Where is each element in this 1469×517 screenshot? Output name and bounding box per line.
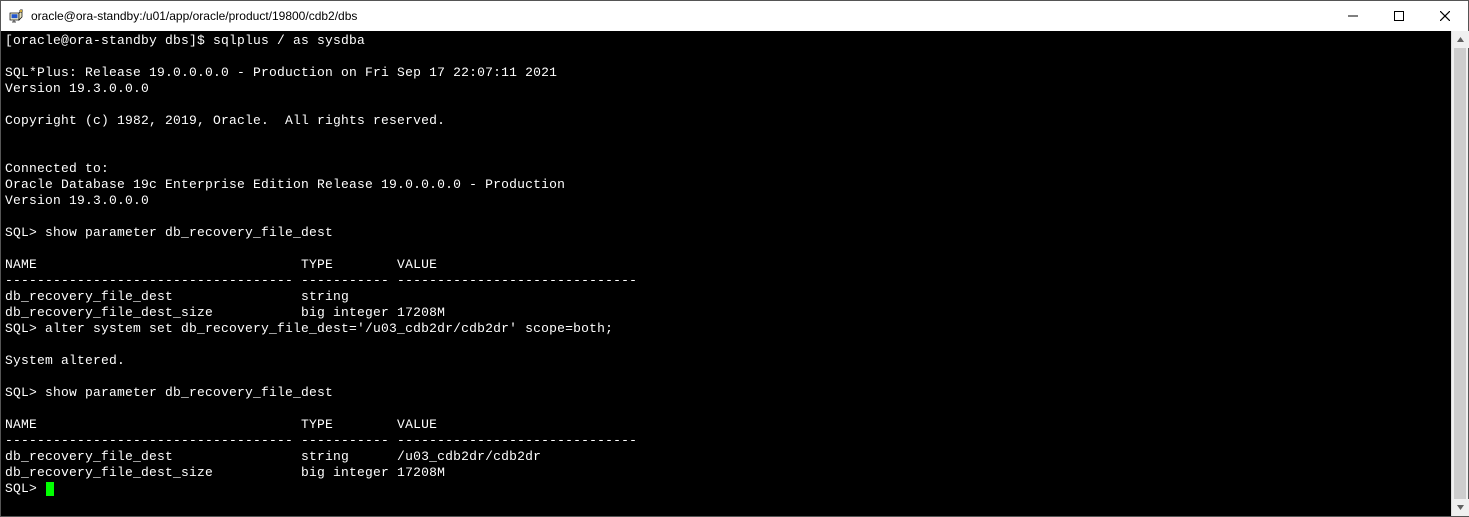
terminal-line (5, 129, 1447, 145)
terminal-line (5, 97, 1447, 113)
putty-icon (7, 7, 25, 25)
terminal-line: ------------------------------------ ---… (5, 273, 1447, 289)
terminal-line: db_recovery_file_dest_size big integer 1… (5, 305, 1447, 321)
terminal-line (5, 145, 1447, 161)
sql-prompt: SQL> (5, 481, 45, 496)
terminal-line: db_recovery_file_dest_size big integer 1… (5, 465, 1447, 481)
client-area: [oracle@ora-standby dbs]$ sqlplus / as s… (1, 31, 1468, 516)
terminal-line: db_recovery_file_dest string (5, 289, 1447, 305)
terminal-line: SQL> show parameter db_recovery_file_des… (5, 225, 1447, 241)
terminal-line: [oracle@ora-standby dbs]$ sqlplus / as s… (5, 33, 1447, 49)
terminal-line: Version 19.3.0.0.0 (5, 193, 1447, 209)
terminal-cursor (46, 482, 54, 496)
app-window: oracle@ora-standby:/u01/app/oracle/produ… (0, 0, 1469, 517)
terminal-line (5, 369, 1447, 385)
vertical-scrollbar[interactable] (1451, 31, 1468, 516)
terminal-line (5, 401, 1447, 417)
terminal-line (5, 209, 1447, 225)
scroll-up-button[interactable] (1452, 31, 1469, 48)
terminal-line: SQL*Plus: Release 19.0.0.0.0 - Productio… (5, 65, 1447, 81)
scroll-down-button[interactable] (1452, 499, 1469, 516)
terminal-line: Connected to: (5, 161, 1447, 177)
terminal-line: SQL> show parameter db_recovery_file_des… (5, 385, 1447, 401)
close-button[interactable] (1422, 1, 1468, 31)
terminal-line: db_recovery_file_dest string /u03_cdb2dr… (5, 449, 1447, 465)
terminal-line: System altered. (5, 353, 1447, 369)
window-title: oracle@ora-standby:/u01/app/oracle/produ… (31, 9, 357, 23)
scroll-thumb[interactable] (1454, 48, 1466, 499)
terminal-line: Copyright (c) 1982, 2019, Oracle. All ri… (5, 113, 1447, 129)
terminal-line (5, 337, 1447, 353)
terminal-line (5, 49, 1447, 65)
minimize-button[interactable] (1330, 1, 1376, 31)
terminal-line (5, 241, 1447, 257)
terminal-output[interactable]: [oracle@ora-standby dbs]$ sqlplus / as s… (1, 31, 1451, 516)
terminal-line: ------------------------------------ ---… (5, 433, 1447, 449)
terminal-prompt-line: SQL> (5, 481, 1447, 497)
title-bar[interactable]: oracle@ora-standby:/u01/app/oracle/produ… (1, 1, 1468, 31)
terminal-line: NAME TYPE VALUE (5, 417, 1447, 433)
maximize-button[interactable] (1376, 1, 1422, 31)
terminal-line: NAME TYPE VALUE (5, 257, 1447, 273)
terminal-line: Oracle Database 19c Enterprise Edition R… (5, 177, 1447, 193)
terminal-line: SQL> alter system set db_recovery_file_d… (5, 321, 1447, 337)
terminal-line: Version 19.3.0.0.0 (5, 81, 1447, 97)
